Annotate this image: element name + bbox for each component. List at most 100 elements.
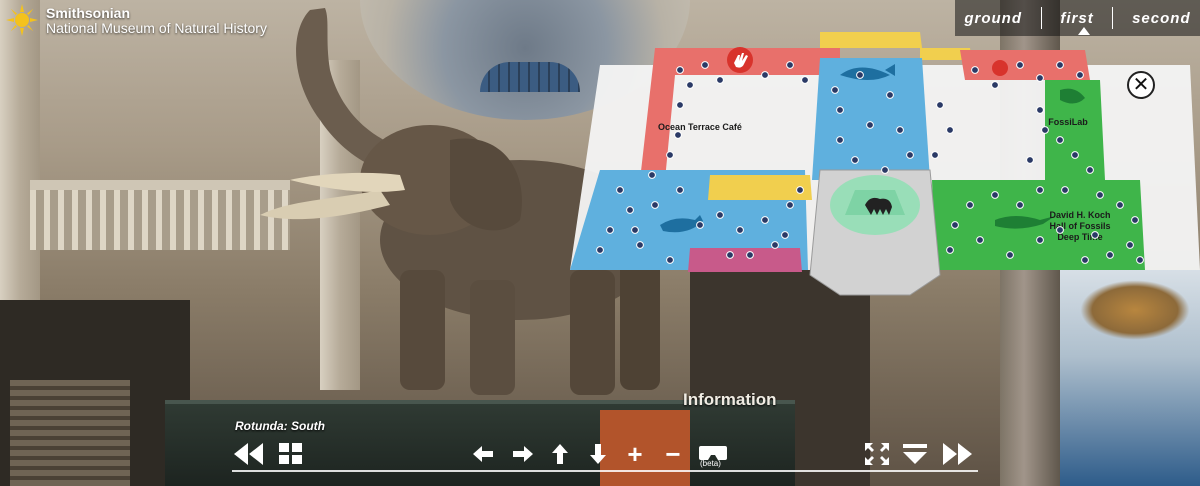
map-hotspot[interactable] [1036,106,1044,114]
map-hotspot[interactable] [666,151,674,159]
info-marker-icon[interactable] [992,60,1008,76]
zoom-in-button[interactable]: + [620,439,650,469]
map-hotspot[interactable] [951,221,959,229]
map-region-east-corridor[interactable] [960,50,1090,80]
map-hotspot[interactable] [896,126,904,134]
map-hotspot[interactable] [1016,61,1024,69]
map-hotspot[interactable] [1076,71,1084,79]
grid-view-button[interactable] [276,441,306,467]
map-hotspot[interactable] [1091,231,1099,239]
map-hotspot[interactable] [1006,251,1014,259]
map-hotspot[interactable] [726,251,734,259]
hide-toolbar-button[interactable] [900,441,930,467]
map-hotspot[interactable] [696,221,704,229]
map-region-corridor[interactable] [708,175,812,200]
map-label-fossil-hall-1: David H. Koch [1049,210,1110,220]
map-hotspot[interactable] [616,186,624,194]
map-hotspot[interactable] [771,241,779,249]
fullscreen-button[interactable] [862,441,892,467]
map-hotspot[interactable] [651,201,659,209]
rewind-button[interactable] [234,441,264,467]
map-hotspot[interactable] [1036,236,1044,244]
pan-up-button[interactable] [545,441,575,467]
map-hotspot[interactable] [648,171,656,179]
map-hotspot[interactable] [1131,216,1139,224]
close-map-button[interactable]: ✕ [1127,71,1155,99]
map-hotspot[interactable] [636,241,644,249]
tab-ground[interactable]: ground [964,10,1022,27]
map-hotspot[interactable] [761,71,769,79]
pan-down-button[interactable] [583,441,613,467]
map-hotspot[interactable] [831,86,839,94]
map-hotspot[interactable] [1081,256,1089,264]
map-hotspot[interactable] [931,151,939,159]
map-hotspot[interactable] [1036,186,1044,194]
map-hotspot[interactable] [786,201,794,209]
map-hotspot[interactable] [701,61,709,69]
map-hotspot[interactable] [906,151,914,159]
map-hotspot[interactable] [991,191,999,199]
map-hotspot[interactable] [676,101,684,109]
map-hotspot[interactable] [1106,251,1114,259]
map-hotspot[interactable] [781,231,789,239]
map-hotspot[interactable] [946,246,954,254]
map-hotspot[interactable] [761,216,769,224]
map-hotspot[interactable] [886,91,894,99]
map-hotspot[interactable] [1061,186,1069,194]
pan-left-button[interactable] [468,441,498,467]
map-hotspot[interactable] [746,251,754,259]
map-hotspot[interactable] [626,206,634,214]
map-hotspot[interactable] [976,236,984,244]
map-hotspot[interactable] [851,156,859,164]
map-hotspot[interactable] [1136,256,1144,264]
map-hotspot[interactable] [1086,166,1094,174]
map-hotspot[interactable] [1096,191,1104,199]
map-hotspot[interactable] [1116,201,1124,209]
map-hotspot[interactable] [1026,156,1034,164]
tab-divider [1112,7,1114,29]
map-hotspot[interactable] [801,76,809,84]
map-hotspot[interactable] [676,186,684,194]
map-hotspot[interactable] [936,101,944,109]
map-hotspot[interactable] [1056,226,1064,234]
map-hotspot[interactable] [716,76,724,84]
map-hotspot[interactable] [1071,151,1079,159]
map-hotspot[interactable] [1016,201,1024,209]
map-hotspot[interactable] [674,131,682,139]
map-hotspot[interactable] [631,226,639,234]
map-hotspot[interactable] [991,81,999,89]
map-hotspot[interactable] [971,66,979,74]
map-hotspot[interactable] [966,201,974,209]
pan-right-button[interactable] [508,441,538,467]
map-hotspot[interactable] [881,166,889,174]
map-hotspot[interactable] [666,256,674,264]
map-hotspot[interactable] [1126,241,1134,249]
map-hotspot[interactable] [1041,126,1049,134]
zoom-out-button[interactable]: − [658,439,688,469]
map-hotspot[interactable] [736,226,744,234]
map-hotspot[interactable] [716,211,724,219]
map-hotspot[interactable] [866,121,874,129]
arrow-down-icon [590,444,606,464]
map-hotspot[interactable] [596,246,604,254]
information-sign: Information [683,390,777,409]
map-hotspot[interactable] [1036,74,1044,82]
map-hotspot[interactable] [686,81,694,89]
map-hotspot[interactable] [836,106,844,114]
map-hotspot[interactable] [946,126,954,134]
smithsonian-logo[interactable]: Smithsonian National Museum of Natural H… [6,4,267,36]
map-hotspot[interactable] [836,136,844,144]
map-hotspot[interactable] [796,186,804,194]
map-hotspot[interactable] [676,66,684,74]
tab-first[interactable]: first [1060,10,1093,27]
floor-map[interactable]: Ocean Terrace Café FossiLab David H. Koc… [540,30,1200,310]
fast-forward-button[interactable] [942,441,972,467]
map-hotspot[interactable] [606,226,614,234]
map-region-gallery[interactable] [688,248,802,272]
map-hotspot[interactable] [1056,136,1064,144]
map-hotspot[interactable] [786,61,794,69]
map-region-corridor[interactable] [820,32,922,48]
tab-second[interactable]: second [1132,10,1191,27]
map-hotspot[interactable] [1056,61,1064,69]
map-hotspot[interactable] [856,71,864,79]
